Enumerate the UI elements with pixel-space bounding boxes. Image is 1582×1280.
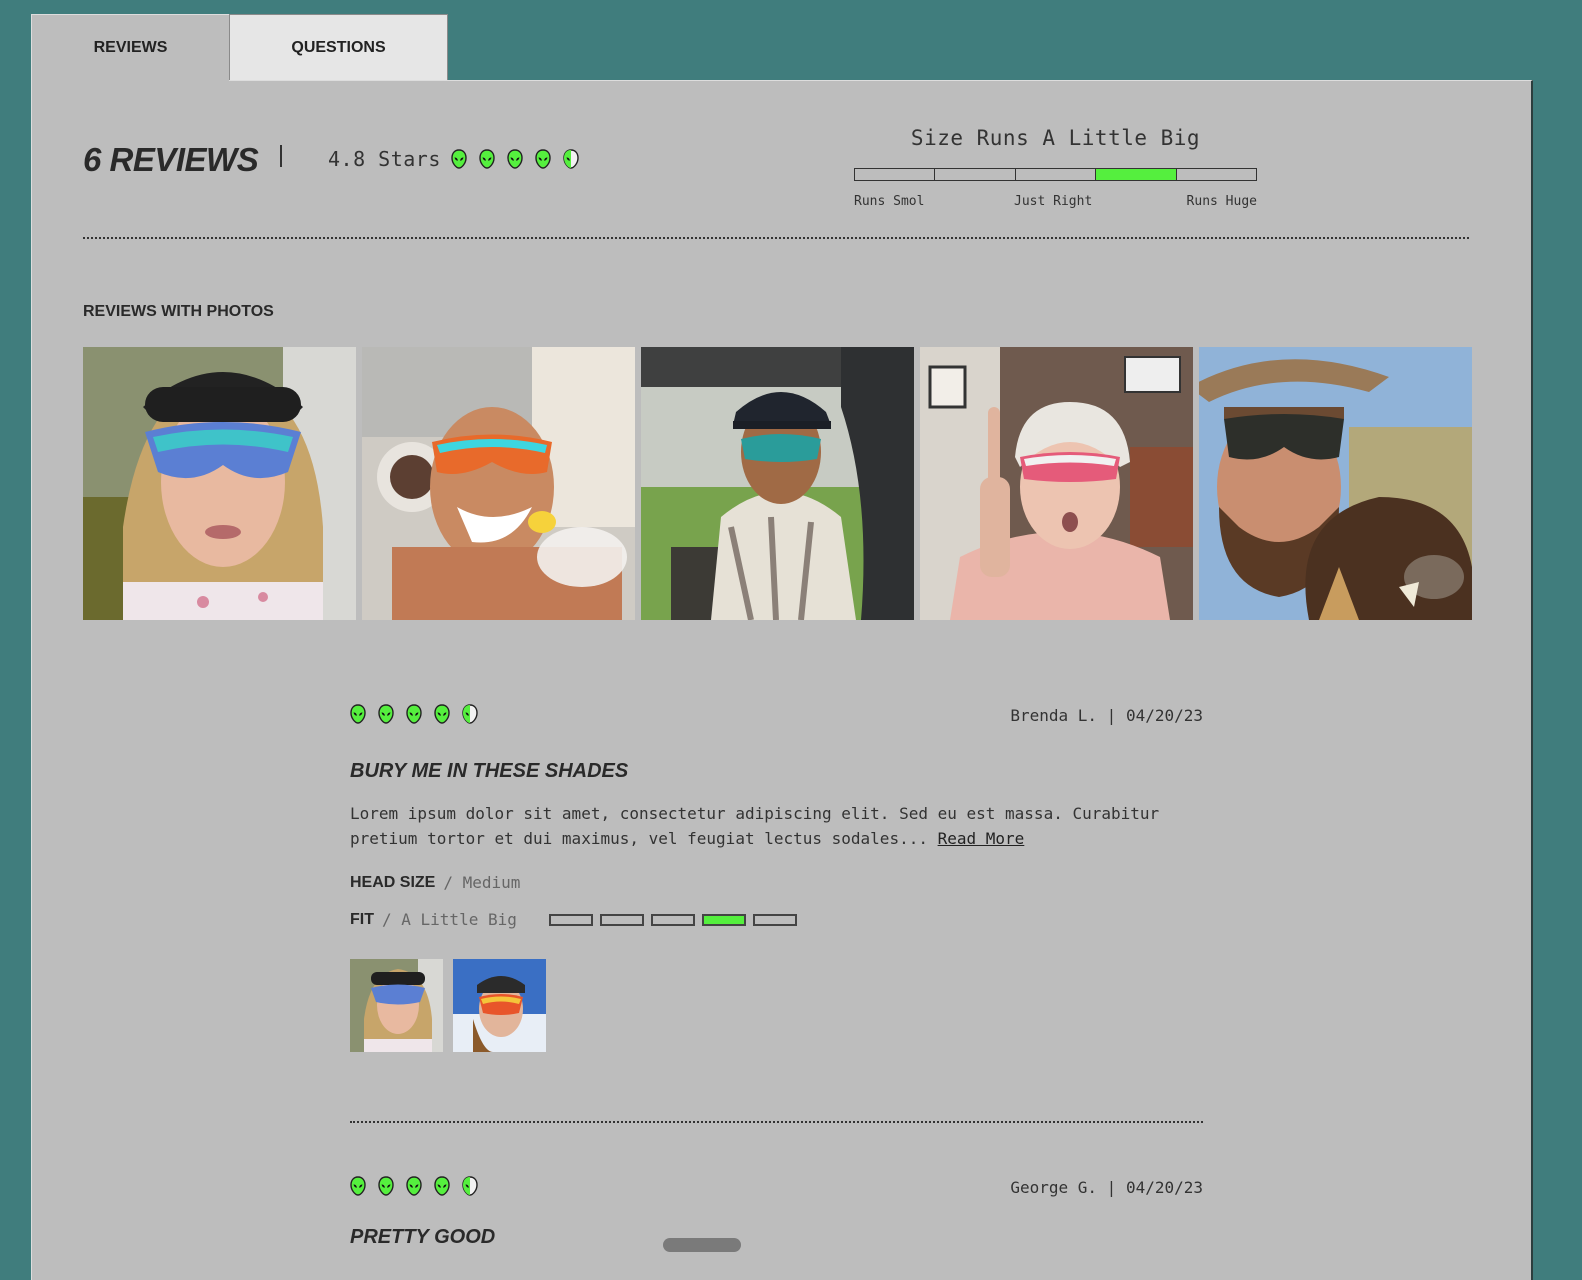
alien-rating-half-icon (563, 149, 579, 169)
fit-segment (1016, 169, 1097, 180)
review-fit-bar (548, 913, 804, 926)
fit-label-just-right: Just Right (1014, 194, 1093, 209)
head-size-row: HEAD SIZE / Medium (350, 873, 1203, 892)
alien-rating-icon (350, 704, 366, 724)
fit-value: / A Little Big (382, 910, 517, 929)
fit-segment (599, 913, 644, 926)
review-author-date: George G. | 04/20/23 (1010, 1178, 1203, 1197)
alien-rating-icon (350, 1176, 366, 1196)
fit-segment (650, 913, 695, 926)
photo-strip (83, 347, 1472, 620)
review-photo-bathtub-man[interactable] (362, 347, 635, 620)
tab-questions[interactable]: QUESTIONS (229, 14, 448, 80)
alien-rating-icon (434, 704, 450, 724)
head-size-label: HEAD SIZE (350, 873, 436, 891)
fit-segment (752, 913, 797, 926)
review-photo-boar-man[interactable] (1199, 347, 1472, 620)
review-body: Lorem ipsum dolor sit amet, consectetur … (350, 801, 1203, 851)
review-item: George G. | 04/20/23 PRETTY GOOD (350, 1176, 1203, 1249)
review-thumb-helmet-woman[interactable] (350, 959, 443, 1052)
fit-segment (855, 169, 936, 180)
review-photo-cap-man[interactable] (641, 347, 914, 620)
review-photo-helmet-woman[interactable] (83, 347, 356, 620)
alien-rating-half-icon (462, 1176, 478, 1196)
head-size-value: / Medium (443, 873, 521, 892)
fit-label-smol: Runs Smol (854, 194, 925, 209)
alien-rating-half-icon (462, 704, 478, 724)
alien-rating-icon (479, 149, 495, 169)
fit-row: FIT / A Little Big (350, 910, 1203, 929)
fit-label: FIT (350, 910, 374, 928)
fit-segment (1177, 169, 1256, 180)
fit-label-huge: Runs Huge (1186, 194, 1257, 209)
alien-rating-icon (507, 149, 523, 169)
reviews-panel: 6 REVIEWS 4.8 Stars Size Runs A Little B… (31, 80, 1533, 1280)
fit-segment-selected (1096, 169, 1177, 180)
divider-pipe (280, 145, 282, 167)
alien-rating-icon (406, 1176, 422, 1196)
alien-rating-icon (406, 704, 422, 724)
summary-rating: 4.8 Stars (328, 147, 591, 171)
fit-segment (548, 913, 593, 926)
alien-rating-icon (378, 1176, 394, 1196)
fit-summary-title: Size Runs A Little Big (910, 126, 1201, 150)
fit-segment-selected (701, 913, 746, 926)
review-thumbnails (350, 959, 1203, 1052)
review-thumb-ski-woman[interactable] (453, 959, 546, 1052)
review-photo-grandma[interactable] (920, 347, 1193, 620)
section-divider (83, 237, 1469, 239)
fit-segment (935, 169, 1016, 180)
tab-reviews[interactable]: REVIEWS (31, 14, 229, 81)
scrollbar-handle[interactable] (663, 1238, 741, 1252)
alien-rating-icon (535, 149, 551, 169)
alien-rating-icon (434, 1176, 450, 1196)
review-title: PRETTY GOOD (350, 1226, 496, 1248)
alien-rating-icon (451, 149, 467, 169)
review-count-heading: 6 REVIEWS (83, 141, 259, 178)
review-author-date: Brenda L. | 04/20/23 (1010, 706, 1203, 725)
stars-text: 4.8 Stars (328, 147, 441, 171)
review-item: Brenda L. | 04/20/23 BURY ME IN THESE SH… (350, 704, 1203, 1052)
review-title: BURY ME IN THESE SHADES (350, 760, 629, 782)
photos-section-title: REVIEWS WITH PHOTOS (83, 303, 274, 320)
tab-bar: REVIEWS QUESTIONS (31, 14, 448, 81)
review-body-text: Lorem ipsum dolor sit amet, consectetur … (350, 804, 1160, 848)
alien-rating-icon (378, 704, 394, 724)
read-more-link[interactable]: Read More (938, 829, 1025, 848)
review-divider (350, 1121, 1203, 1123)
fit-scale-bar (854, 168, 1257, 181)
